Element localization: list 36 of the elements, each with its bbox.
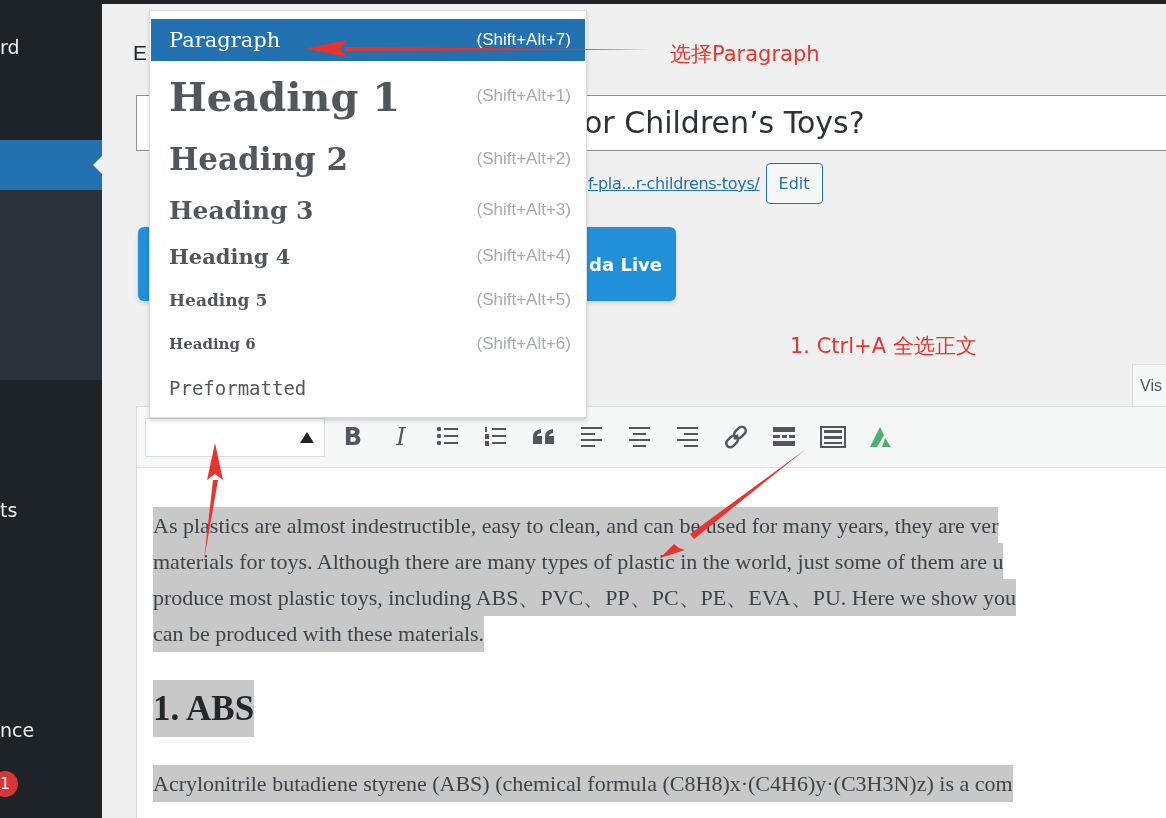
format-option[interactable]: Paragraph (Shift+Alt+7) [151, 19, 585, 61]
keyboard-icon[interactable] [820, 425, 846, 449]
page-heading: E [133, 40, 147, 66]
option-label: Heading 6 [169, 335, 256, 353]
option-label: Paragraph [169, 28, 281, 52]
permalink-link[interactable]: f-pla...r-childrens-toys/ [588, 174, 760, 193]
format-option[interactable]: Heading 5 (Shift+Alt+5) [151, 278, 585, 322]
shortcut-text: (Shift+Alt+6) [476, 334, 571, 354]
format-option[interactable]: Heading 6 (Shift+Alt+6) [151, 322, 585, 366]
link-icon[interactable] [724, 425, 750, 449]
option-label: Heading 4 [169, 243, 291, 269]
sidebar-item[interactable]: rd [0, 29, 102, 65]
content-heading: 1. ABS [153, 680, 255, 737]
format-option[interactable]: Preformatted [151, 366, 585, 409]
shortcut-text: (Shift+Alt+2) [476, 148, 571, 169]
shortcut-text: (Shift+Alt+3) [476, 200, 571, 220]
sidebar-item[interactable]: ts [0, 492, 102, 528]
count-badge: 1 [0, 771, 18, 797]
shortcut-text: (Shift+Alt+7) [476, 30, 571, 50]
option-label: Preformatted [169, 376, 307, 399]
format-option[interactable]: Heading 4 (Shift+Alt+4) [151, 234, 585, 278]
annotation-text: 选择Paragraph [670, 41, 820, 68]
italic-button[interactable]: I [388, 424, 414, 450]
sidebar-item[interactable]: nce [0, 712, 102, 748]
leaf-logo-icon[interactable] [868, 425, 894, 449]
format-option[interactable]: Heading 3 (Shift+Alt+3) [151, 186, 585, 234]
caret-icon [300, 431, 314, 443]
annotation-text: 1. Ctrl+A 全选正文 [790, 333, 977, 360]
option-label: Heading 3 [169, 195, 314, 225]
read-more-icon[interactable] [772, 425, 798, 449]
bold-button[interactable]: B [340, 424, 366, 450]
editor-tab[interactable]: Vis [1132, 364, 1166, 406]
shortcut-text: (Shift+Alt+4) [476, 246, 571, 266]
edit-button[interactable]: Edit [765, 163, 823, 204]
shortcut-text: (Shift+Alt+5) [476, 290, 571, 310]
option-label: Heading 5 [169, 290, 268, 310]
